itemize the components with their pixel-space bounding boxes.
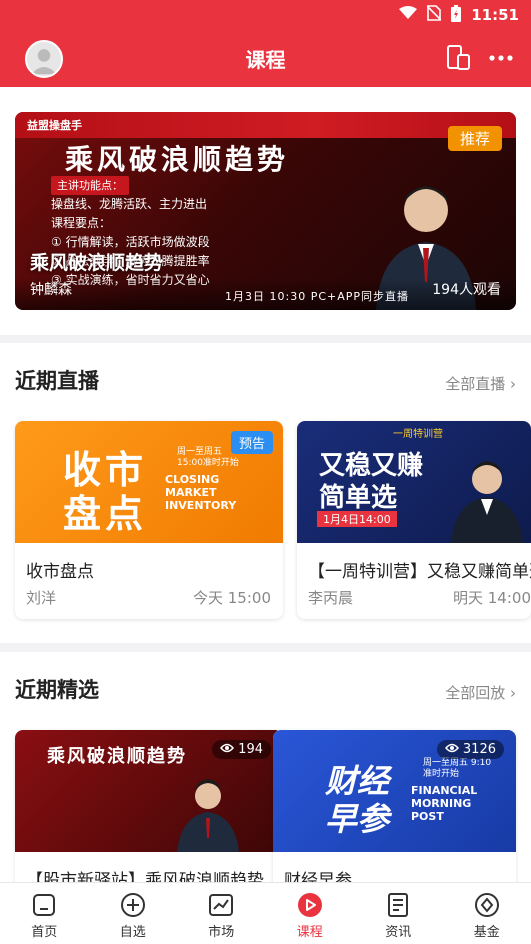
hero-ribbon [15, 112, 516, 138]
hero-author: 钟麟森 [30, 282, 72, 298]
news-icon [388, 893, 409, 917]
nav-market[interactable]: 市场 [177, 883, 266, 944]
view-count-value: 3126 [462, 742, 496, 757]
thumb-tag: 一周特训营 [393, 429, 443, 440]
hero-views: 194人观看 [432, 282, 501, 298]
thumb-en: CLOSING MARKET INVENTORY [165, 473, 237, 512]
content-area[interactable]: 益盟操盘手 乘风破浪顺趋势 主讲功能点： 操盘线、龙腾活跃、主力进出 课程要点：… [0, 87, 531, 882]
presenter-photo [451, 461, 523, 543]
fund-icon [474, 893, 499, 917]
chevron-right-icon: › [510, 684, 516, 702]
thumb-en: FINANCIAL MORNING POST [411, 784, 478, 823]
view-count: 3126 [436, 740, 504, 759]
eye-icon [220, 742, 235, 757]
card-title: 收市盘点 [26, 562, 94, 582]
header: 课程 [0, 30, 531, 86]
hero-item: ① 行情解读，活跃市场做波段 [51, 235, 210, 249]
hero-date: 1月3日 10:30 PC+APP同步直播 [225, 290, 410, 303]
hero-points-head: 主讲功能点： [51, 176, 129, 195]
card-time: 明天 14:00 [453, 589, 531, 607]
card-author: 李丙晨 [308, 589, 354, 607]
hero-points: 操盘线、龙腾活跃、主力进出 [51, 197, 208, 211]
thumb-text: 盘点 [63, 492, 148, 536]
recommend-badge: 推荐 [447, 126, 502, 151]
hero-banner-title: 乘风破浪顺趋势 [65, 143, 290, 176]
card-author: 刘洋 [26, 589, 57, 607]
hero-brand: 益盟操盘手 [27, 119, 82, 132]
device-switch-icon[interactable] [445, 44, 473, 72]
battery-charging-icon [451, 4, 462, 26]
section-title: 近期精选 [15, 678, 99, 702]
thumb-text: 早参 [325, 800, 390, 838]
app-screen: 11:51 课程 益盟操盘手 乘风破浪顺趋势 主讲功能点： 操盘线、龙腾活跃、主… [0, 0, 531, 944]
more-icon[interactable] [487, 44, 515, 72]
all-replay-label: 全部回放 [445, 684, 506, 702]
hero-banner[interactable]: 益盟操盘手 乘风破浪顺趋势 主讲功能点： 操盘线、龙腾活跃、主力进出 课程要点：… [15, 112, 516, 310]
nav-news[interactable]: 资讯 [354, 883, 443, 944]
thumb-text: 乘风破浪顺趋势 [47, 746, 187, 767]
all-live-label: 全部直播 [445, 375, 506, 393]
replay-thumbnail: 财经 早参 周一至周五 9:10准时开始 FINANCIAL MORNING P… [273, 730, 516, 852]
view-count: 194 [212, 740, 271, 759]
chart-icon [209, 894, 234, 916]
top-bar: 11:51 课程 [0, 0, 531, 87]
nav-label: 自选 [119, 925, 146, 940]
replay-card[interactable]: 乘风破浪顺趋势 194 【股市新驿站】乘风破浪顺趋势 [15, 730, 283, 882]
clock: 11:51 [471, 6, 519, 24]
wifi-icon [399, 6, 418, 24]
card-time: 今天 15:00 [193, 589, 271, 607]
nav-label: 市场 [208, 925, 235, 940]
recent-picks-section: 近期精选 全部回放 › 乘风破浪顺趋势 194 【股市新驿站】乘风破浪顺趋势 财… [0, 652, 531, 882]
status-bar: 11:51 [399, 4, 519, 26]
replay-card[interactable]: 财经 早参 周一至周五 9:10准时开始 FINANCIAL MORNING P… [273, 730, 516, 882]
presenter-photo [177, 779, 239, 852]
preview-badge: 预告 [230, 431, 273, 454]
thumb-schedule: 周一至周五 9:10准时开始 [423, 758, 492, 779]
card-title: 财经早参 [284, 871, 352, 882]
play-icon [297, 893, 322, 917]
section-title: 近期直播 [15, 369, 99, 393]
thumb-text: 简单选 [319, 483, 398, 513]
hero-title: 乘风破浪顺趋势 [30, 252, 164, 274]
nav-fund[interactable]: 基金 [443, 883, 531, 944]
hero-course-head: 课程要点： [51, 216, 112, 230]
nav-label: 课程 [296, 925, 323, 940]
chevron-right-icon: › [510, 375, 516, 393]
thumb-date: 1月4日14:00 [317, 511, 397, 527]
nav-home[interactable]: 首页 [0, 883, 89, 944]
all-replay-link[interactable]: 全部回放 › [445, 682, 516, 703]
home-icon [33, 894, 56, 916]
card-title: 【一周特训营】又稳又赚简单选 [308, 562, 531, 582]
nav-course[interactable]: 课程 [266, 883, 355, 944]
replay-thumbnail: 乘风破浪顺趋势 194 [15, 730, 283, 852]
card-title: 【股市新驿站】乘风破浪顺趋势 [26, 871, 264, 882]
all-live-link[interactable]: 全部直播 › [445, 373, 516, 394]
live-thumbnail: 一周特训营 又稳又赚 简单选 1月4日14:00 [297, 421, 531, 543]
eye-icon [444, 742, 459, 757]
nav-label: 首页 [31, 925, 58, 940]
nav-watchlist[interactable]: 自选 [89, 883, 178, 944]
hero-section: 益盟操盘手 乘风破浪顺趋势 主讲功能点： 操盘线、龙腾活跃、主力进出 课程要点：… [0, 87, 531, 335]
no-sim-icon [426, 5, 442, 25]
live-thumbnail: 收市 盘点 周一至周五 15:00准时开始 CLOSING MARKET INV… [15, 421, 283, 543]
bottom-nav: 首页 自选 市场 课程 资讯 基金 [0, 882, 531, 944]
nav-label: 基金 [473, 925, 500, 940]
nav-label: 资讯 [385, 925, 412, 940]
live-card[interactable]: 收市 盘点 周一至周五 15:00准时开始 CLOSING MARKET INV… [15, 421, 283, 619]
live-card[interactable]: 一周特训营 又稳又赚 简单选 1月4日14:00 【一周特训营】又稳又赚简单选 … [297, 421, 531, 619]
plus-circle-icon [120, 893, 145, 917]
recent-live-section: 近期直播 全部直播 › 收市 盘点 周一至周五 15:00准时开始 CLOSIN… [0, 343, 531, 643]
view-count-value: 194 [238, 742, 263, 757]
